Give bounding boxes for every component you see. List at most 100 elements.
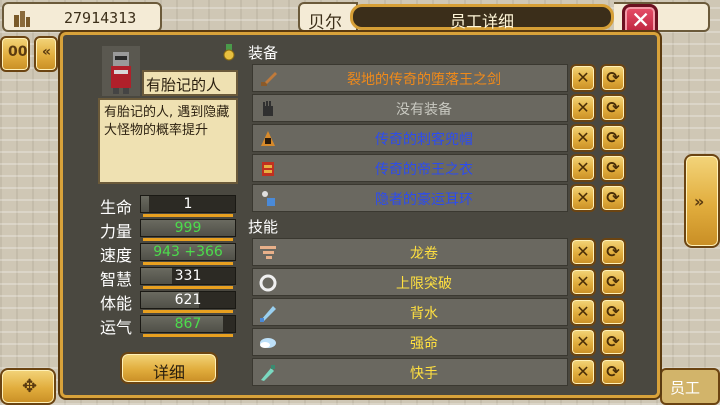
move-icon: ✥ xyxy=(22,376,38,397)
stat-value: 999 xyxy=(174,220,202,236)
close-icon: ✕ xyxy=(576,272,590,291)
stat-label: 智慧 xyxy=(100,270,133,289)
skill-row[interactable]: 龙卷 xyxy=(252,238,568,266)
earring-icon xyxy=(262,191,275,206)
equipment-section-title: 装备 xyxy=(248,44,279,62)
pause-button[interactable]: 00 xyxy=(0,36,30,72)
equipment-row[interactable]: 裂地的传奇的堕落王之剑 xyxy=(252,64,568,92)
close-icon: ✕ xyxy=(576,68,590,87)
skill-row[interactable]: 上限突破 xyxy=(252,268,568,296)
skill-swap-button[interactable]: ⟳ xyxy=(600,238,626,266)
ring-icon xyxy=(259,274,277,292)
sword-icon xyxy=(261,72,277,86)
equipment-row[interactable]: 传奇的帝王之衣 xyxy=(252,154,568,182)
stat-bar: 867 xyxy=(140,315,236,337)
skill-remove-button[interactable]: ✕ xyxy=(570,328,596,356)
skill-remove-button[interactable]: ✕ xyxy=(570,238,596,266)
close-icon: ✕ xyxy=(631,8,651,34)
skill-swap-button[interactable]: ⟳ xyxy=(600,298,626,326)
detail-button-label: 详细 xyxy=(152,363,185,382)
stat-bar: 621 xyxy=(140,291,236,313)
page-title: 员工详细 xyxy=(449,12,514,31)
detail-button[interactable]: 详细 xyxy=(120,352,218,384)
employee-tab[interactable]: 员工 xyxy=(660,368,720,405)
equipment-swap-button[interactable]: ⟳ xyxy=(600,94,626,122)
name-plate: 有胎记的人 xyxy=(142,70,238,96)
stat-value: 621 xyxy=(174,292,202,308)
stat-label: 速度 xyxy=(100,246,133,265)
equipment-name: 传奇的刺客兜帽 xyxy=(375,132,473,148)
building-icon xyxy=(14,11,30,27)
equipment-remove-button[interactable]: ✕ xyxy=(570,184,596,212)
close-icon: ✕ xyxy=(576,332,590,351)
stat-label: 体能 xyxy=(100,294,133,313)
skill-name: 龙卷 xyxy=(410,246,438,262)
armor-icon xyxy=(262,162,274,176)
equipment-name: 没有装备 xyxy=(396,102,452,118)
equipment-remove-button[interactable]: ✕ xyxy=(570,94,596,122)
close-icon: ✕ xyxy=(576,188,590,207)
avatar xyxy=(102,46,140,96)
stat-bar: 1 xyxy=(140,195,236,217)
medal-icon xyxy=(223,44,235,61)
equipment-row[interactable]: 隐者的豪运耳环 xyxy=(252,184,568,212)
skill-swap-button[interactable]: ⟳ xyxy=(600,358,626,386)
swap-icon: ⟳ xyxy=(606,302,620,321)
skill-name: 上限突破 xyxy=(396,276,452,292)
department-tab[interactable]: 贝尔 xyxy=(298,2,358,33)
skill-swap-button[interactable]: ⟳ xyxy=(600,328,626,356)
equipment-swap-button[interactable]: ⟳ xyxy=(600,184,626,212)
chevron-left-icon: « xyxy=(42,44,52,60)
equipment-row[interactable]: 没有装备 xyxy=(252,94,568,122)
close-icon: ✕ xyxy=(576,98,590,117)
department-tab-label: 贝尔 xyxy=(308,13,342,33)
tornado-icon xyxy=(260,246,276,259)
equipment-name: 传奇的帝王之衣 xyxy=(375,162,473,178)
equipment-name: 裂地的传奇的堕落王之剑 xyxy=(347,72,501,88)
skill-remove-button[interactable]: ✕ xyxy=(570,268,596,296)
skill-swap-button[interactable]: ⟳ xyxy=(600,268,626,296)
close-icon: ✕ xyxy=(576,302,590,321)
employee-name: 有胎记的人 xyxy=(146,76,222,94)
stat-value: 943 +366 xyxy=(153,244,223,260)
swap-icon: ⟳ xyxy=(606,242,620,261)
right-edge-button[interactable]: » xyxy=(684,154,720,248)
equipment-row[interactable]: 传奇的刺客兜帽 xyxy=(252,124,568,152)
equipment-swap-button[interactable]: ⟳ xyxy=(600,124,626,152)
stat-bar: 331 xyxy=(140,267,236,289)
blade-icon xyxy=(260,306,276,322)
stat-label: 力量 xyxy=(100,222,133,241)
employee-tab-label: 员工 xyxy=(670,379,701,397)
skill-name: 快手 xyxy=(410,366,438,382)
money-value: 27914313 xyxy=(64,9,137,27)
knight-portrait-icon xyxy=(111,52,131,94)
swap-icon: ⟳ xyxy=(606,362,620,381)
equipment-name: 隐者的豪运耳环 xyxy=(375,192,473,208)
skill-remove-button[interactable]: ✕ xyxy=(570,298,596,326)
swap-icon: ⟳ xyxy=(606,272,620,291)
swap-icon: ⟳ xyxy=(606,188,620,207)
skill-remove-button[interactable]: ✕ xyxy=(570,358,596,386)
dagger-icon xyxy=(261,365,275,381)
back-edge-button[interactable]: « xyxy=(34,36,58,72)
equipment-remove-button[interactable]: ✕ xyxy=(570,64,596,92)
stat-exp-bar xyxy=(143,262,233,265)
swap-icon: ⟳ xyxy=(606,68,620,87)
trait-description: 有胎记的人, 遇到隐藏大怪物的概率提升 xyxy=(98,98,238,184)
skill-name: 背水 xyxy=(410,306,438,322)
skills-section-title: 技能 xyxy=(248,218,279,236)
close-icon: ✕ xyxy=(576,128,590,147)
skill-row[interactable]: 强命 xyxy=(252,328,568,356)
stat-exp-bar xyxy=(143,334,233,337)
move-button[interactable]: ✥ xyxy=(0,368,56,405)
skill-row[interactable]: 快手 xyxy=(252,358,568,386)
stat-exp-bar xyxy=(143,310,233,313)
equipment-remove-button[interactable]: ✕ xyxy=(570,124,596,152)
skill-row[interactable]: 背水 xyxy=(252,298,568,326)
equipment-swap-button[interactable]: ⟳ xyxy=(600,64,626,92)
stat-exp-bar xyxy=(143,214,233,217)
stat-value: 867 xyxy=(174,316,202,332)
equipment-swap-button[interactable]: ⟳ xyxy=(600,154,626,182)
close-icon: ✕ xyxy=(576,362,590,381)
equipment-remove-button[interactable]: ✕ xyxy=(570,154,596,182)
